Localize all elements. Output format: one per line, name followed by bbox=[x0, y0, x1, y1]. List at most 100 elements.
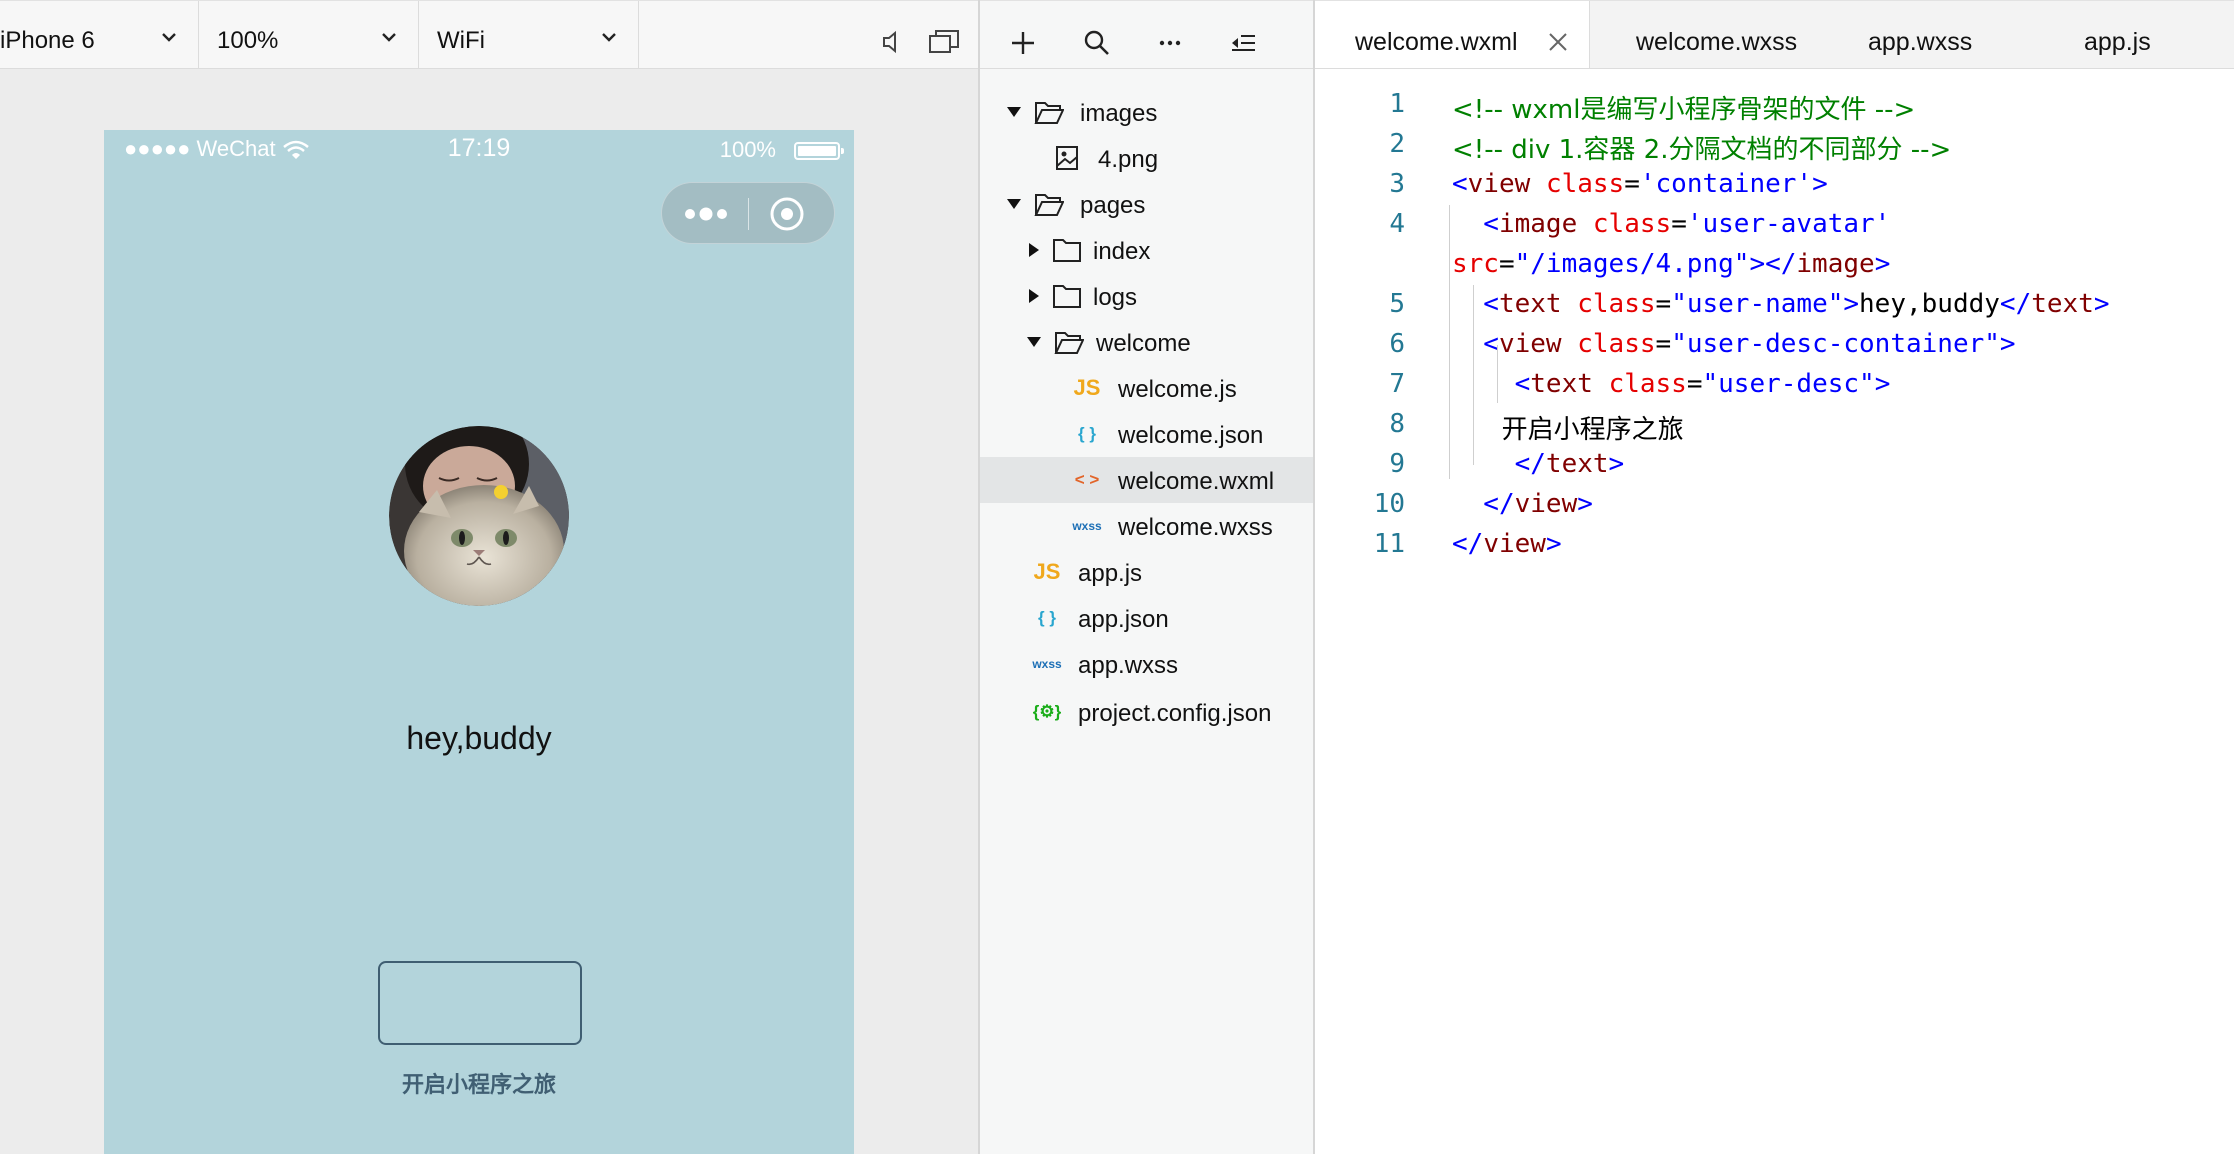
code-token: > bbox=[1874, 369, 1891, 399]
code-token: "user-name" bbox=[1671, 289, 1844, 319]
more-icon[interactable] bbox=[1155, 28, 1185, 58]
caret-right-icon[interactable] bbox=[1026, 242, 1042, 258]
code-token: view bbox=[1498, 329, 1562, 359]
tree-file-app-js[interactable]: JS app.js bbox=[980, 549, 1313, 595]
tree-file-app-json[interactable]: { } app.json bbox=[980, 595, 1313, 641]
caret-right-icon[interactable] bbox=[1026, 288, 1042, 304]
speaker-icon[interactable] bbox=[878, 28, 906, 56]
code-area[interactable]: 1 <!-- wxml是编写小程序骨架的文件 --> 2 <!-- div 1.容器 … bbox=[1315, 69, 2234, 1154]
tree-item-label: welcome.wxss bbox=[1118, 514, 1273, 541]
js-file-icon: JS bbox=[1073, 375, 1101, 400]
code-token: text bbox=[2031, 289, 2094, 319]
tree-folder-images[interactable]: images bbox=[980, 89, 1313, 135]
folder-icon bbox=[1053, 239, 1081, 262]
tree-file-welcome-js[interactable]: JS welcome.js bbox=[980, 365, 1313, 411]
line-number: 7 bbox=[1389, 369, 1405, 399]
code-token: "user-desc-container" bbox=[1671, 329, 2000, 359]
indent-guide bbox=[1449, 205, 1450, 479]
code-line[interactable]: </view> bbox=[1452, 529, 1562, 559]
caret-down-icon[interactable] bbox=[1006, 104, 1022, 120]
code-line[interactable]: </text> bbox=[1452, 449, 1625, 479]
code-token: text bbox=[1530, 369, 1593, 399]
code-editor: welcome.wxml welcome.wxss app.wxss app.j… bbox=[1315, 0, 2234, 1154]
code-line[interactable]: src="/images/4.png"></image> bbox=[1452, 249, 1890, 279]
tree-file-welcome-json[interactable]: { } welcome.json bbox=[980, 411, 1313, 457]
search-icon[interactable] bbox=[1082, 28, 1112, 58]
caret-down-icon[interactable] bbox=[1006, 196, 1022, 212]
code-line[interactable]: <text class="user-desc"> bbox=[1452, 369, 1891, 399]
code-token: class bbox=[1592, 209, 1672, 239]
code-token: </ bbox=[1452, 489, 1515, 519]
code-line[interactable]: <text class="user-name">hey,buddy</text> bbox=[1452, 289, 2109, 319]
tree-item-label: app.js bbox=[1078, 560, 1143, 587]
tree-folder-welcome[interactable]: welcome bbox=[980, 319, 1313, 365]
tree-folder-index[interactable]: index bbox=[980, 227, 1313, 273]
tree-file-welcome-wxml[interactable]: < > welcome.wxml bbox=[980, 457, 1313, 503]
chevron-down-icon bbox=[382, 33, 396, 42]
code-token: > bbox=[1999, 329, 2016, 359]
tree-item-label: app.json bbox=[1078, 606, 1169, 633]
tree-item-label: images bbox=[1080, 100, 1158, 127]
indent-guide bbox=[1497, 345, 1498, 403]
collapse-icon[interactable] bbox=[1228, 28, 1258, 58]
caret-down-icon[interactable] bbox=[1026, 334, 1042, 350]
tree-item-label: app.wxss bbox=[1078, 652, 1179, 679]
folder-icon bbox=[1053, 285, 1081, 308]
folder-open-icon bbox=[1034, 194, 1064, 216]
file-toolbar bbox=[980, 0, 1313, 69]
tab-app-wxss[interactable]: app.wxss bbox=[1826, 1, 2032, 68]
line-number: 4 bbox=[1389, 209, 1405, 239]
code-token: </ bbox=[1452, 529, 1484, 559]
more-dots-icon[interactable] bbox=[684, 203, 730, 225]
line-number: 6 bbox=[1389, 329, 1405, 359]
code-token: image bbox=[1498, 209, 1578, 239]
close-icon[interactable] bbox=[1547, 31, 1569, 53]
tab-welcome-wxml[interactable]: welcome.wxml bbox=[1315, 1, 1590, 68]
code-line[interactable]: <image class='user-avatar' bbox=[1452, 209, 1890, 239]
tree-file-project-config[interactable]: {⚙} project.config.json bbox=[980, 689, 1313, 735]
device-select[interactable]: iPhone 6 bbox=[0, 1, 199, 69]
code-line[interactable]: <view class="user-desc-container"> bbox=[1452, 329, 2016, 359]
add-icon[interactable] bbox=[1008, 28, 1038, 58]
start-journey-button[interactable] bbox=[378, 961, 582, 1045]
status-bar: ●●●●● WeChat 17:19 100% bbox=[104, 130, 854, 170]
code-token: = bbox=[1671, 209, 1687, 239]
code-token: = bbox=[1498, 249, 1515, 279]
close-ring-icon[interactable] bbox=[768, 195, 806, 233]
tab-label: app.js bbox=[2084, 28, 2151, 56]
network-select-label: WiFi bbox=[437, 27, 485, 54]
code-token: > bbox=[1874, 249, 1891, 279]
code-token: view bbox=[1483, 529, 1546, 559]
code-token: text bbox=[1545, 449, 1609, 479]
code-token: class bbox=[1608, 369, 1687, 399]
js-file-icon: JS bbox=[1033, 559, 1061, 584]
tree-item-label: pages bbox=[1080, 192, 1146, 219]
user-desc: 开启小程序之旅 bbox=[401, 1072, 556, 1097]
tree-folder-pages[interactable]: pages bbox=[980, 181, 1313, 227]
code-line[interactable]: <view class='container'> bbox=[1452, 169, 1828, 199]
wxss-file-icon: wxss bbox=[1032, 657, 1062, 671]
device-select-label: iPhone 6 bbox=[0, 27, 95, 54]
code-token: image bbox=[1796, 249, 1875, 279]
network-select[interactable]: WiFi bbox=[419, 1, 639, 69]
editor-tab-bar: welcome.wxml welcome.wxss app.wxss app.j… bbox=[1315, 0, 2234, 69]
tree-file-welcome-wxss[interactable]: wxss welcome.wxss bbox=[980, 503, 1313, 549]
tree-file-4png[interactable]: 4.png bbox=[980, 135, 1313, 181]
tab-app-js[interactable]: app.js bbox=[2032, 1, 2234, 68]
tree-folder-logs[interactable]: logs bbox=[980, 273, 1313, 319]
tab-welcome-wxss[interactable]: welcome.wxss bbox=[1590, 1, 1826, 68]
tree-file-app-wxss[interactable]: wxss app.wxss bbox=[980, 641, 1313, 687]
code-line[interactable]: <!-- wxml是编写小程序骨架的文件 --> bbox=[1452, 89, 1915, 126]
status-battery-percent: 100% bbox=[719, 137, 776, 162]
zoom-select[interactable]: 100% bbox=[199, 1, 419, 69]
window-icon[interactable] bbox=[928, 28, 960, 56]
code-line[interactable]: 开启小程序之旅 bbox=[1452, 409, 1684, 446]
tree-item-label: index bbox=[1093, 238, 1151, 265]
code-line[interactable]: </view> bbox=[1452, 489, 1593, 519]
line-number: 1 bbox=[1389, 89, 1405, 119]
code-line[interactable]: <!-- div 1.容器 2.分隔文档的不同部分 --> bbox=[1452, 129, 1951, 166]
code-token: > bbox=[1843, 289, 1860, 319]
